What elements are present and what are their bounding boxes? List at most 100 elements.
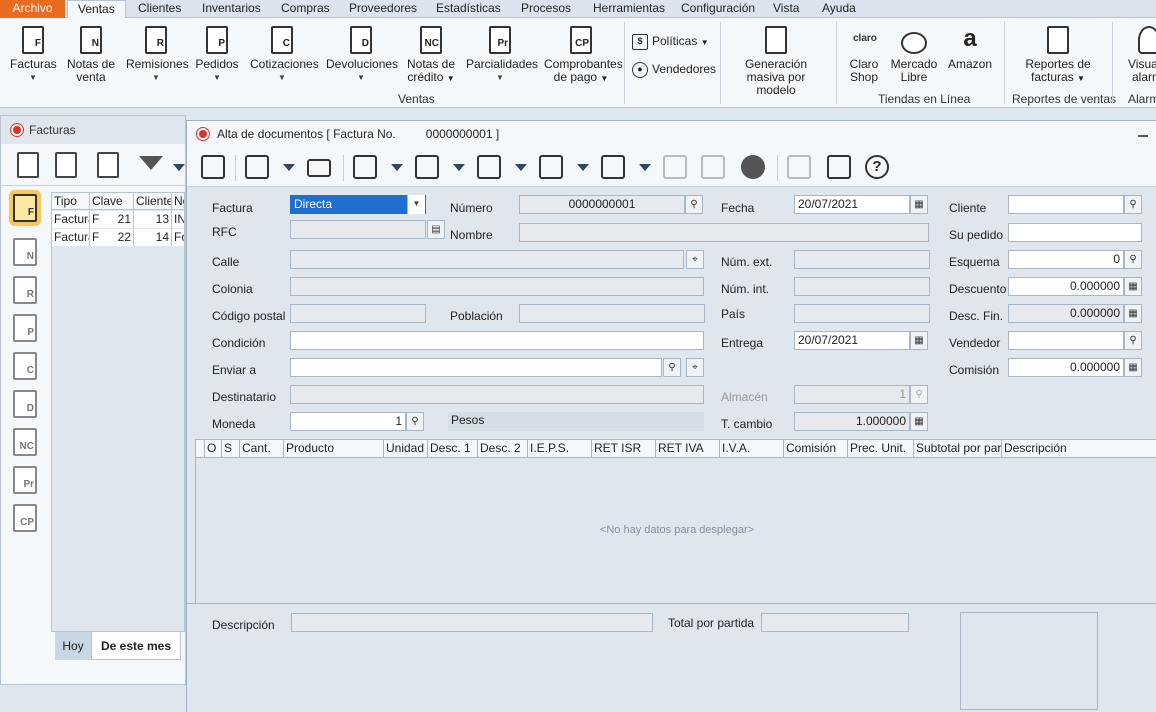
claro-shop-button[interactable]: claro Claro Shop: [842, 26, 886, 84]
reportes-facturas-button[interactable]: Reportes de facturas ▼: [1020, 26, 1096, 85]
grid-column-header[interactable]: I.E.P.S.: [528, 440, 592, 458]
devoluciones-button[interactable]: D Devoluciones ▼: [326, 26, 398, 84]
grid-column-header[interactable]: S: [222, 440, 240, 458]
sidebar-notas-credito-icon[interactable]: NC: [13, 428, 37, 456]
document-settings-icon[interactable]: [539, 155, 563, 179]
grid-column-header[interactable]: Prec. Unit.: [848, 440, 914, 458]
sidebar-facturas-icon[interactable]: F: [13, 194, 37, 222]
calculator-icon[interactable]: ▦: [1124, 304, 1142, 323]
help-icon[interactable]: ?: [865, 155, 889, 179]
cancel-document-icon[interactable]: [97, 152, 119, 178]
column-header[interactable]: Tipo: [52, 193, 90, 210]
grid-column-header[interactable]: Unidad: [384, 440, 428, 458]
total-partida-field[interactable]: [761, 613, 909, 632]
tab-herramientas[interactable]: Herramientas: [583, 0, 675, 18]
tab-procesos[interactable]: Procesos: [511, 0, 581, 18]
cancel-doc-icon[interactable]: [663, 155, 687, 179]
mercado-libre-button[interactable]: Mercado Libre: [890, 26, 938, 84]
grid-column-header[interactable]: Comisión: [784, 440, 848, 458]
grid-column-header[interactable]: Subtotal por partida: [914, 440, 1002, 458]
search-icon[interactable]: ⚲: [663, 358, 681, 377]
remisiones-button[interactable]: R Remisiones ▼: [126, 26, 189, 84]
map-pin-icon[interactable]: ⌖: [686, 358, 704, 377]
num-ext-field[interactable]: [794, 250, 930, 269]
keyboard-icon[interactable]: [307, 159, 331, 177]
grid-column-header[interactable]: O: [205, 440, 222, 458]
grid-column-header[interactable]: I.V.A.: [720, 440, 784, 458]
column-header[interactable]: No: [172, 193, 184, 210]
tab-compras[interactable]: Compras: [271, 0, 340, 18]
rfc-field[interactable]: [290, 220, 426, 239]
grid-column-header[interactable]: Desc. 1: [428, 440, 478, 458]
enviar-a-field[interactable]: [290, 358, 662, 377]
numero-field[interactable]: 0000000001: [519, 195, 685, 214]
comision-field[interactable]: 0.000000: [1008, 358, 1124, 377]
grid-column-header[interactable]: RET IVA: [656, 440, 720, 458]
tab-archivo[interactable]: Archivo: [0, 0, 65, 18]
sidebar-pedidos-icon[interactable]: P: [13, 314, 37, 342]
tab-clientes[interactable]: Clientes: [128, 0, 191, 18]
tab-ayuda[interactable]: Ayuda: [812, 0, 866, 18]
factura-type-select[interactable]: Directa: [290, 195, 426, 214]
copy-doc-icon[interactable]: [701, 155, 725, 179]
dropdown-icon[interactable]: [639, 164, 651, 171]
column-header[interactable]: Cliente: [134, 193, 172, 210]
dropdown-icon[interactable]: [283, 164, 295, 171]
condicion-field[interactable]: [290, 331, 704, 350]
desc-fin-field[interactable]: 0.000000: [1008, 304, 1124, 323]
sidebar-notas-icon[interactable]: N: [13, 238, 37, 266]
sidebar-cotizaciones-icon[interactable]: C: [13, 352, 37, 380]
tab-vista[interactable]: Vista: [763, 0, 809, 18]
qr-code-icon[interactable]: [601, 155, 625, 179]
fecha-field[interactable]: 20/07/2021: [794, 195, 910, 214]
dropdown-icon[interactable]: [453, 164, 465, 171]
almacen-field[interactable]: 1: [794, 385, 910, 404]
notas-credito-button[interactable]: NC Notas de crédito ▼: [404, 26, 458, 85]
calle-field[interactable]: [290, 250, 684, 269]
calculator-icon[interactable]: ▦: [910, 412, 928, 431]
edit-document-icon[interactable]: [55, 152, 77, 178]
table-row[interactable]: Factura F 21 13 INI: [52, 211, 184, 228]
tab-ventas[interactable]: Ventas: [67, 0, 126, 19]
filter-icon[interactable]: [139, 156, 163, 170]
destinatario-field[interactable]: [290, 385, 704, 404]
calculator-icon[interactable]: ▦: [1124, 277, 1142, 296]
dropdown-icon[interactable]: [515, 164, 527, 171]
store-icon[interactable]: [477, 155, 501, 179]
minimize-icon[interactable]: [1138, 127, 1148, 137]
esquema-field[interactable]: 0: [1008, 250, 1124, 269]
moneda-field[interactable]: 1: [290, 412, 406, 431]
table-row[interactable]: Factura F 22 14 Fo: [52, 229, 184, 246]
pais-field[interactable]: [794, 304, 930, 323]
column-header[interactable]: Clave: [90, 193, 134, 210]
search-icon[interactable]: ⚲: [1124, 250, 1142, 269]
poblacion-field[interactable]: [519, 304, 705, 323]
search-icon[interactable]: ⚲: [1124, 331, 1142, 350]
dropdown-icon[interactable]: [577, 164, 589, 171]
pedidos-button[interactable]: P Pedidos ▼: [194, 26, 240, 84]
parcialidades-button[interactable]: Pr Parcialidades ▼: [466, 26, 538, 84]
politicas-button[interactable]: $ Políticas ▼: [632, 34, 709, 50]
four-dots-icon[interactable]: [741, 155, 765, 179]
vendedores-button[interactable]: ● Vendedores: [632, 62, 716, 78]
calendar-icon[interactable]: ▦: [910, 195, 928, 214]
colonia-field[interactable]: [290, 277, 704, 296]
search-icon[interactable]: ⚲: [406, 412, 424, 431]
save-icon[interactable]: [201, 155, 225, 179]
filter-dropdown-icon[interactable]: [173, 164, 185, 171]
search-icon[interactable]: ⚲: [1124, 195, 1142, 214]
descuento-field[interactable]: 0.000000: [1008, 277, 1124, 296]
client-doc-icon[interactable]: [415, 155, 439, 179]
comprobantes-button[interactable]: CP Comprobantes de pago ▼: [544, 26, 623, 85]
sidebar-remisiones-icon[interactable]: R: [13, 276, 37, 304]
facturas-button[interactable]: F Facturas ▼: [10, 26, 57, 84]
tab-hoy[interactable]: Hoy: [55, 632, 91, 660]
calculator-icon[interactable]: ▦: [1124, 358, 1142, 377]
print-icon[interactable]: [787, 155, 811, 179]
grid-column-header[interactable]: Desc. 2: [478, 440, 528, 458]
calendar-icon[interactable]: ▦: [910, 331, 928, 350]
search-icon[interactable]: ⚲: [685, 195, 703, 214]
dropdown-icon[interactable]: [391, 164, 403, 171]
generacion-masiva-button[interactable]: Generación masiva por modelo: [728, 26, 824, 97]
num-int-field[interactable]: [794, 277, 930, 296]
